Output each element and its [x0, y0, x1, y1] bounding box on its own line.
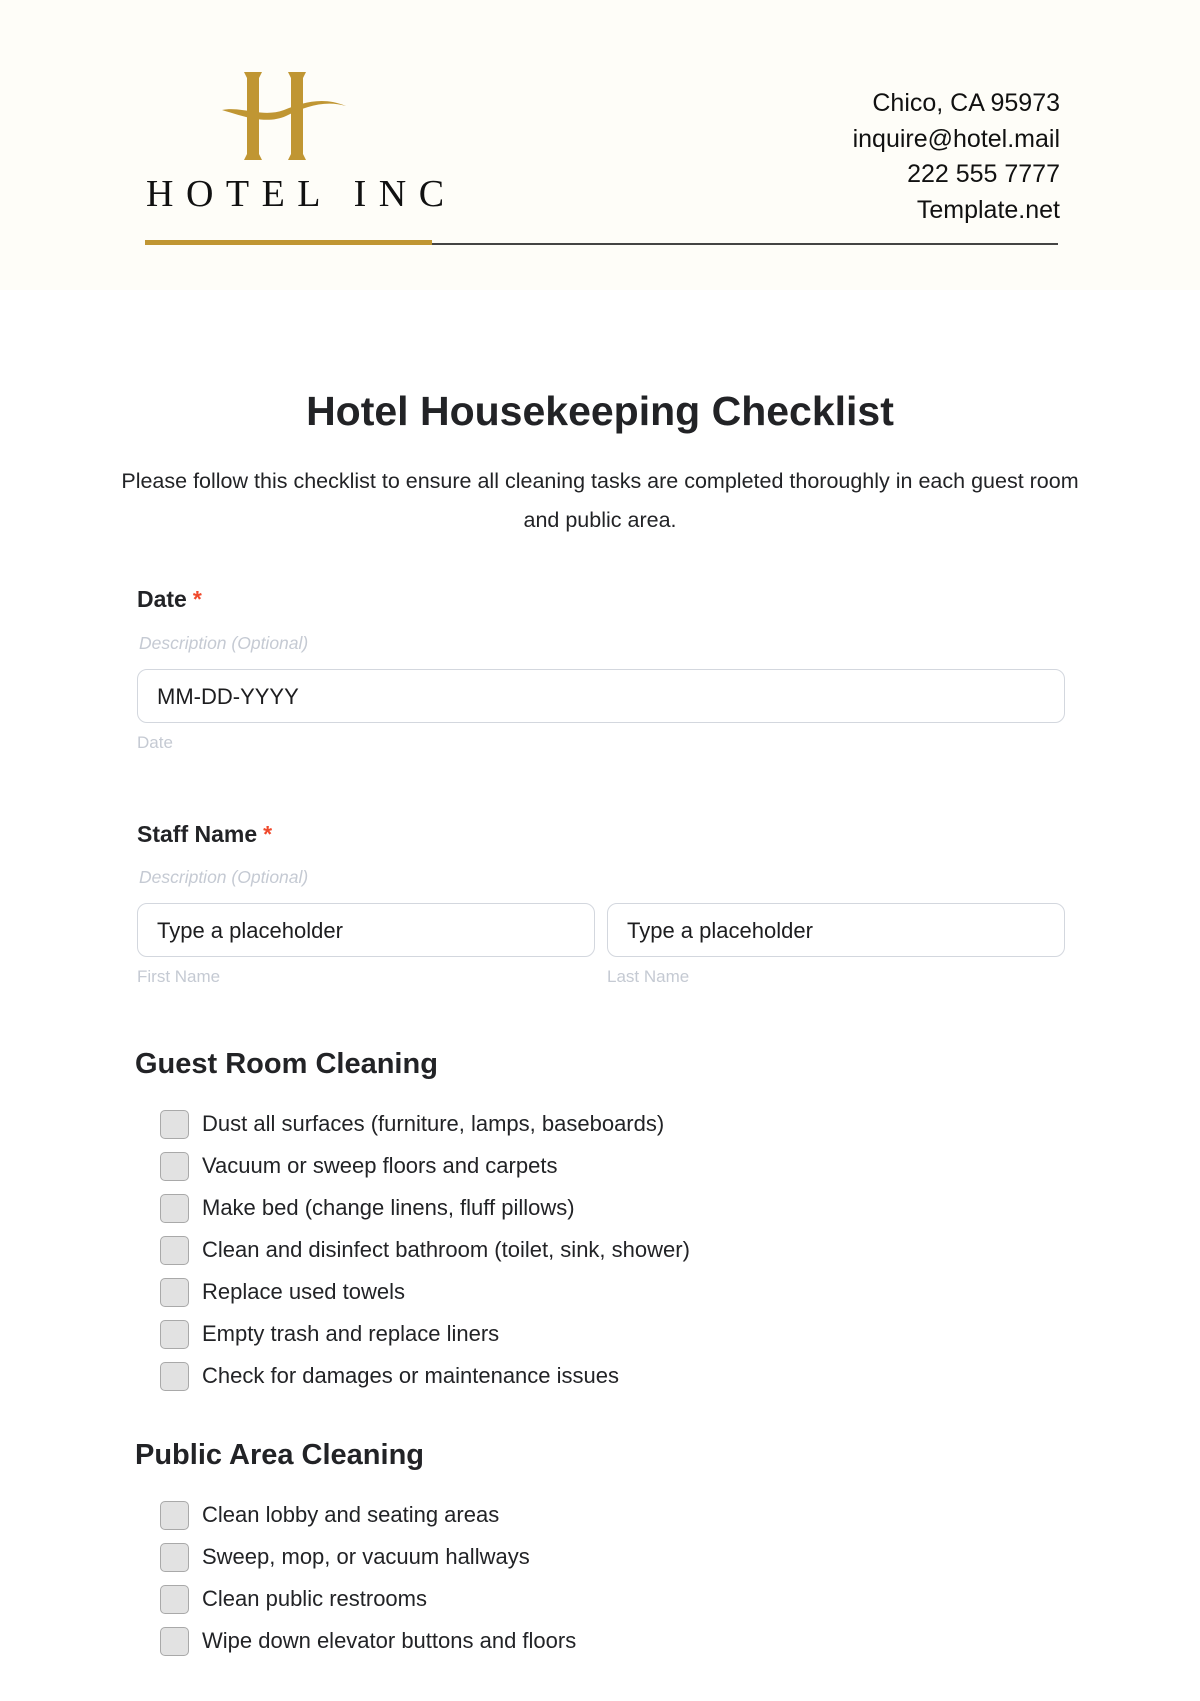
required-asterisk: *	[263, 821, 273, 847]
checkbox[interactable]	[160, 1626, 189, 1656]
checklist-item[interactable]: Make bed (change linens, fluff pillows)	[160, 1192, 575, 1224]
first-name-sublabel: First Name	[137, 967, 221, 986]
checklist-item[interactable]: Clean and disinfect bathroom (toilet, si…	[160, 1234, 690, 1266]
checkbox[interactable]	[160, 1235, 189, 1265]
date-label: Date *	[137, 586, 202, 613]
checkbox[interactable]	[160, 1542, 189, 1572]
contact-info: Chico, CA 95973 inquire@hotel.mail 222 5…	[853, 86, 1060, 228]
date-input[interactable]: MM-DD-YYYY	[137, 669, 1065, 723]
staff-name-description: Description (Optional)	[139, 867, 309, 887]
section-heading-public-area: Public Area Cleaning	[135, 1439, 424, 1471]
checklist-item-label: Clean and disinfect bathroom (toilet, si…	[202, 1237, 690, 1262]
date-description: Description (Optional)	[139, 633, 309, 653]
required-asterisk: *	[192, 586, 202, 612]
last-name-sublabel: Last Name	[607, 967, 690, 986]
checkbox[interactable]	[160, 1193, 189, 1223]
checklist-item-label: Check for damages or maintenance issues	[202, 1363, 619, 1388]
checklist-item-label: Clean public restrooms	[202, 1586, 427, 1611]
checklist-item[interactable]: Dust all surfaces (furniture, lamps, bas…	[160, 1108, 664, 1140]
staff-name-label-text: Staff Name	[137, 821, 258, 847]
checklist-item[interactable]: Clean public restrooms	[160, 1583, 427, 1615]
checklist-item[interactable]: Wipe down elevator buttons and floors	[160, 1625, 576, 1657]
last-name-input[interactable]: Type a placeholder	[607, 903, 1065, 957]
checkbox[interactable]	[160, 1277, 189, 1307]
checkbox[interactable]	[160, 1319, 189, 1349]
section-heading-guest-room: Guest Room Cleaning	[135, 1048, 438, 1080]
header-rule-accent	[145, 240, 432, 245]
checklist-item-label: Make bed (change linens, fluff pillows)	[202, 1195, 575, 1220]
checklist-item[interactable]: Empty trash and replace liners	[160, 1318, 499, 1350]
contact-email[interactable]: inquire@hotel.mail	[853, 122, 1060, 158]
checklist-item[interactable]: Replace used towels	[160, 1276, 405, 1308]
letterhead: HOTEL INC Chico, CA 95973 inquire@hotel.…	[0, 0, 1200, 290]
brand-name: HOTEL INC	[146, 173, 457, 215]
checklist-item-label: Sweep, mop, or vacuum hallways	[202, 1544, 530, 1569]
contact-website[interactable]: Template.net	[853, 193, 1060, 229]
checkbox[interactable]	[160, 1500, 189, 1530]
checklist-item-label: Wipe down elevator buttons and floors	[202, 1628, 577, 1653]
contact-phone: 222 555 7777	[907, 160, 1060, 188]
date-label-text: Date	[137, 586, 187, 612]
date-sublabel: Date	[137, 733, 173, 752]
contact-address: Chico, CA 95973	[872, 89, 1060, 117]
intro-text: Please follow this checklist to ensure a…	[121, 469, 1079, 532]
checklist-item-label: Clean lobby and seating areas	[202, 1502, 500, 1527]
checklist-item-label: Vacuum or sweep floors and carpets	[202, 1153, 558, 1178]
checklist-item-label: Dust all surfaces (furniture, lamps, bas…	[202, 1111, 665, 1136]
staff-name-label: Staff Name *	[137, 821, 272, 848]
checkbox[interactable]	[160, 1151, 189, 1181]
checkbox[interactable]	[160, 1361, 189, 1391]
first-name-input[interactable]: Type a placeholder	[137, 903, 595, 957]
checkbox[interactable]	[160, 1109, 189, 1139]
checklist-item-label: Replace used towels	[202, 1279, 406, 1304]
header-rule	[432, 243, 1058, 245]
checklist-item[interactable]: Sweep, mop, or vacuum hallways	[160, 1541, 530, 1573]
checklist-item[interactable]: Vacuum or sweep floors and carpets	[160, 1150, 557, 1182]
checkbox[interactable]	[160, 1584, 189, 1614]
page-title: Hotel Housekeeping Checklist	[306, 388, 894, 434]
hotel-logo-icon	[222, 72, 346, 160]
checklist-item-label: Empty trash and replace liners	[202, 1321, 500, 1346]
checklist-item[interactable]: Clean lobby and seating areas	[160, 1499, 499, 1531]
checklist-item[interactable]: Check for damages or maintenance issues	[160, 1360, 619, 1392]
